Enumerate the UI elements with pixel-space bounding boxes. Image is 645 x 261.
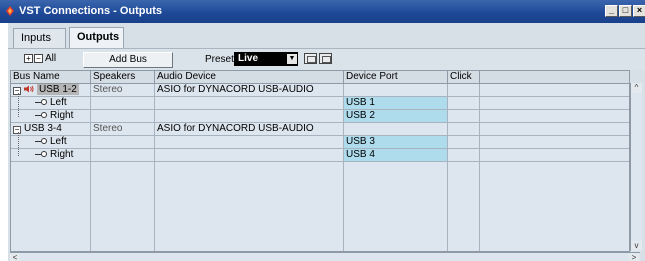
channel-name-cell: Right <box>11 110 91 122</box>
speakers-cell <box>91 136 155 148</box>
tab-inputs[interactable]: Inputs <box>13 28 66 48</box>
horizontal-scrollbar[interactable]: < > <box>10 252 640 261</box>
click-cell[interactable] <box>448 149 480 161</box>
close-icon[interactable]: × <box>633 5 645 17</box>
click-cell[interactable] <box>448 136 480 148</box>
scroll-down-icon[interactable]: v <box>631 241 642 251</box>
remove-preset-icon[interactable] <box>319 53 332 64</box>
channel-name-cell: Right <box>11 149 91 161</box>
click-cell[interactable] <box>448 110 480 122</box>
column-header-audio-device[interactable]: Audio Device <box>155 71 344 84</box>
device-port-cell[interactable]: USB 2 <box>344 110 448 122</box>
channel-name: Right <box>50 110 74 121</box>
bus-name[interactable]: USB 3-4 <box>24 123 62 134</box>
bus-name-cell: − USB 1-2 <box>11 84 91 96</box>
column-divider <box>479 162 480 251</box>
presets-dropdown[interactable]: Live ▼ <box>234 52 298 66</box>
add-bus-button[interactable]: Add Bus <box>83 52 173 68</box>
window-title: VST Connections - Outputs <box>19 5 162 17</box>
bus-name[interactable]: USB 1-2 <box>37 84 79 95</box>
click-cell[interactable] <box>448 84 480 96</box>
device-port-cell[interactable]: USB 3 <box>344 136 448 148</box>
expand-collapse-controls: + − <box>24 54 44 63</box>
device-port-cell[interactable] <box>344 123 448 135</box>
device-port-cell[interactable]: USB 1 <box>344 97 448 109</box>
column-divider <box>343 162 344 251</box>
channel-name: Left <box>50 97 67 108</box>
tab-outputs[interactable]: Outputs <box>69 27 124 49</box>
click-cell[interactable] <box>448 97 480 109</box>
column-divider <box>90 162 91 251</box>
channel-name-cell: Left <box>11 136 91 148</box>
store-preset-icon[interactable] <box>304 53 317 64</box>
channel-name: Right <box>50 149 74 160</box>
scroll-up-icon[interactable]: ^ <box>631 83 642 93</box>
audio-device-cell <box>155 97 344 109</box>
table-row[interactable]: − USB 1-2 Stereo ASIO for DYNACORD USB-AU… <box>11 84 629 97</box>
app-icon <box>6 6 14 16</box>
title-bar[interactable]: VST Connections - Outputs _ □ × <box>0 0 645 23</box>
window-controls: _ □ × <box>605 5 645 18</box>
channel-connector-icon <box>35 99 47 105</box>
table-row[interactable]: Right USB 2 <box>11 110 629 123</box>
speakers-cell <box>91 149 155 161</box>
audio-device-cell <box>155 149 344 161</box>
table-row[interactable]: − USB 3-4 Stereo ASIO for DYNACORD USB-AU… <box>11 123 629 136</box>
table-row[interactable]: Left USB 3 <box>11 136 629 149</box>
tree-connector <box>18 93 19 117</box>
presets-value: Live <box>238 53 259 64</box>
column-divider <box>447 162 448 251</box>
toolbar: + − All Add Bus Presets Live ▼ <box>8 48 645 70</box>
column-divider <box>154 162 155 251</box>
chevron-down-icon: ▼ <box>287 54 297 64</box>
column-header-bus-name[interactable]: Bus Name <box>11 71 91 84</box>
vst-connections-window: VST Connections - Outputs _ □ × Inputs O… <box>0 0 645 261</box>
collapse-all-icon[interactable]: − <box>34 54 43 63</box>
expand-all-label: All <box>45 53 57 64</box>
speakers-cell <box>91 110 155 122</box>
click-cell[interactable] <box>448 123 480 135</box>
audio-device-cell <box>155 136 344 148</box>
device-port-cell[interactable]: USB 4 <box>344 149 448 161</box>
collapse-icon[interactable]: − <box>13 87 21 95</box>
expand-all-icon[interactable]: + <box>24 54 33 63</box>
vertical-scrollbar[interactable]: ^ v <box>630 83 642 251</box>
table-row[interactable]: Left USB 1 <box>11 97 629 110</box>
bus-name-cell: − USB 3-4 <box>11 123 91 135</box>
speakers-cell[interactable]: Stereo <box>91 123 155 135</box>
table-row[interactable]: Right USB 4 <box>11 149 629 162</box>
column-header-speakers[interactable]: Speakers <box>91 71 155 84</box>
collapse-icon[interactable]: − <box>13 126 21 134</box>
channel-connector-icon <box>35 151 47 157</box>
maximize-icon[interactable]: □ <box>619 5 632 17</box>
tree-connector <box>18 132 19 156</box>
column-header-click[interactable]: Click <box>448 71 480 84</box>
audio-device-cell[interactable]: ASIO for DYNACORD USB-AUDIO <box>155 123 344 135</box>
channel-connector-icon <box>35 138 47 144</box>
scroll-left-icon[interactable]: < <box>10 253 20 261</box>
audio-device-cell <box>155 110 344 122</box>
table-header: Bus Name Speakers Audio Device Device Po… <box>11 71 629 84</box>
audio-device-cell[interactable]: ASIO for DYNACORD USB-AUDIO <box>155 84 344 96</box>
speakers-cell[interactable]: Stereo <box>91 84 155 96</box>
scroll-right-icon[interactable]: > <box>629 253 639 261</box>
column-header-device-port[interactable]: Device Port <box>344 71 448 84</box>
device-port-cell[interactable] <box>344 84 448 96</box>
connections-table: Bus Name Speakers Audio Device Device Po… <box>10 70 630 252</box>
speaker-icon <box>24 85 34 93</box>
minimize-icon[interactable]: _ <box>605 5 618 17</box>
speakers-cell <box>91 97 155 109</box>
channel-name: Left <box>50 136 67 147</box>
main-panel: Inputs Outputs + − All Add Bus Presets L… <box>8 23 645 261</box>
channel-connector-icon <box>35 112 47 118</box>
channel-name-cell: Left <box>11 97 91 109</box>
